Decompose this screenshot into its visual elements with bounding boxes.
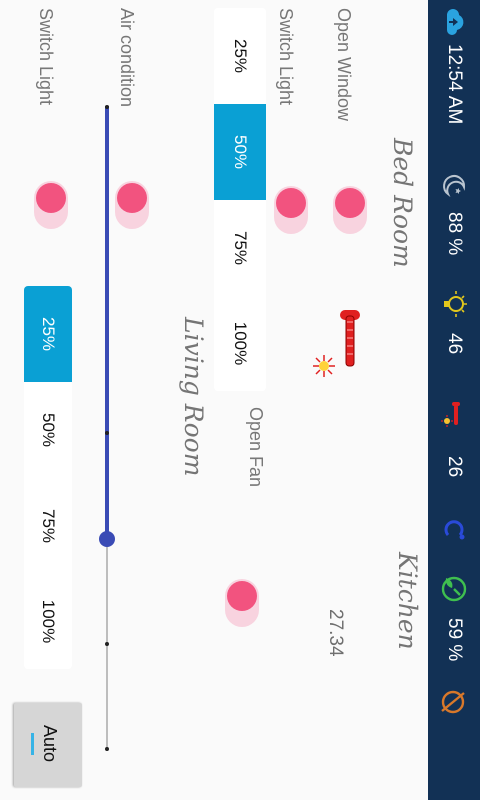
auto-indicator: [31, 733, 34, 755]
thermometer-sun-icon: [312, 306, 368, 380]
living-brightness-option[interactable]: 100%: [24, 574, 72, 669]
bed-room-title: Bed Room: [388, 138, 417, 268]
living-slider-thumb[interactable]: [99, 531, 115, 547]
status-time: 12:54 AM: [444, 44, 465, 125]
open-fan-toggle[interactable]: [224, 579, 262, 627]
app-screen: 12:54 AM 88 % 46 26 59 % Bed Room Open W…: [0, 0, 480, 800]
living-switch-light-label: Switch Light: [36, 8, 56, 106]
open-fan-label: Open Fan: [246, 407, 266, 488]
thermometer-sun-icon: [440, 400, 468, 428]
bed-switch-light-label: Switch Light: [276, 8, 296, 106]
living-room-title: Living Room: [179, 317, 208, 477]
slider-tick: [105, 105, 109, 109]
auto-button-label: Auto: [40, 725, 60, 763]
living-switch-light-toggle[interactable]: [33, 181, 71, 229]
bed-brightness-option[interactable]: 75%: [214, 200, 266, 296]
living-brightness-option[interactable]: 50%: [24, 382, 72, 478]
bed-brightness-option[interactable]: 25%: [214, 8, 266, 104]
slider-tick: [105, 431, 109, 435]
living-brightness-selector: 25% 50% 75% 100%: [24, 286, 72, 669]
cloud-upload-icon: [440, 8, 468, 36]
living-slider-fill: [105, 106, 109, 539]
plant-gauge-icon: [440, 575, 468, 603]
light-value: 46: [444, 333, 465, 355]
living-brightness-option[interactable]: 75%: [24, 478, 72, 574]
slider-tick: [105, 642, 109, 646]
living-brightness-option-selected[interactable]: 25%: [24, 286, 72, 382]
kitchen-title: Kitchen: [393, 552, 422, 650]
air-condition-toggle[interactable]: [114, 181, 152, 229]
air-condition-label: Air condition: [117, 8, 137, 108]
status-bar: 12:54 AM 88 % 46 26 59 %: [428, 0, 480, 800]
humidity-c-icon: [440, 515, 468, 543]
bed-brightness-option[interactable]: 100%: [214, 296, 266, 391]
bed-switch-light-toggle[interactable]: [273, 186, 311, 234]
bed-brightness-option-selected[interactable]: 50%: [214, 104, 266, 200]
plant-value: 59 %: [444, 618, 465, 662]
lightbulb-icon: [440, 290, 468, 318]
slider-tick: [105, 747, 109, 751]
kitchen-temperature-reading: 27.34: [325, 609, 346, 657]
no-sensor-icon: [440, 688, 468, 716]
sky-value: 88 %: [444, 212, 465, 256]
open-window-label: Open Window: [334, 8, 354, 122]
bed-brightness-selector: 25% 50% 75% 100%: [214, 8, 266, 391]
temperature-value: 26: [444, 456, 465, 478]
night-sky-icon: [440, 170, 468, 198]
auto-button[interactable]: Auto: [14, 703, 82, 787]
open-window-toggle[interactable]: [332, 186, 370, 234]
